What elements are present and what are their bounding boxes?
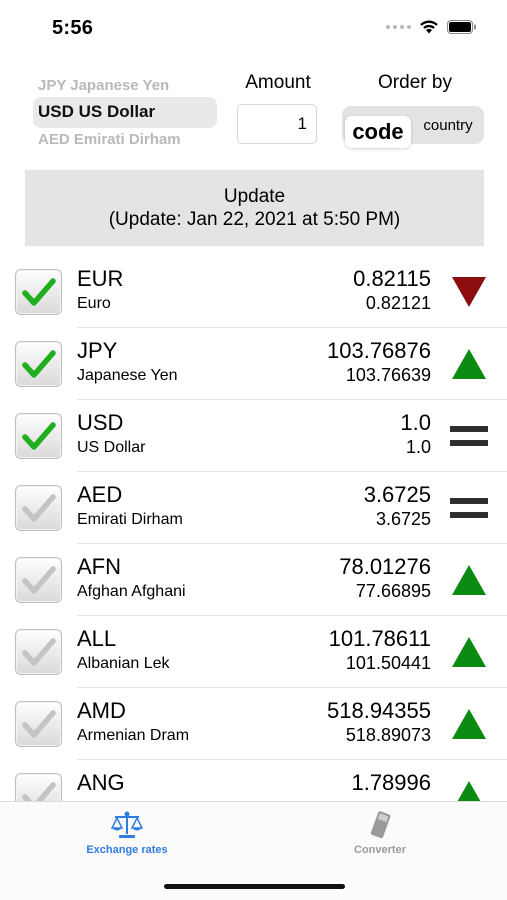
trend-up-icon <box>457 781 481 801</box>
list-item[interactable]: AFN Afghan Afghani 78.01276 77.66895 <box>0 544 507 616</box>
picker-option-selected[interactable]: USD US Dollar <box>38 102 155 122</box>
checkbox-unchecked[interactable] <box>15 773 62 801</box>
checkmark-icon <box>22 422 56 450</box>
checkmark-icon <box>22 494 56 522</box>
currency-name: Albanian Lek <box>77 655 170 672</box>
order-by-country-segment[interactable]: country <box>414 109 482 141</box>
wifi-icon <box>420 20 438 34</box>
status-icons <box>386 19 477 34</box>
cellular-signal-icon <box>386 24 411 29</box>
trend-equal-icon <box>450 426 488 446</box>
previous-rate: 77.66895 <box>355 581 431 601</box>
base-currency-picker[interactable]: JPY Japanese Yen USD US Dollar AED Emira… <box>33 70 219 152</box>
trend-up-icon <box>452 709 486 739</box>
currency-name: Japanese Yen <box>77 367 178 384</box>
currency-code: AED <box>77 482 123 507</box>
trend-down-icon <box>452 277 486 307</box>
currency-name: Afghan Afghani <box>77 583 186 600</box>
list-item[interactable]: ANG 1.78996 <box>0 760 507 801</box>
checkmark-icon <box>22 566 56 594</box>
current-rate: 518.94355 <box>327 698 431 723</box>
trend-up-icon <box>452 565 486 595</box>
list-item[interactable]: USD US Dollar 1.0 1.0 <box>0 400 507 472</box>
checkbox-unchecked[interactable] <box>15 485 62 531</box>
checkbox-unchecked[interactable] <box>15 557 62 603</box>
current-rate: 103.76876 <box>327 338 431 363</box>
currency-code: EUR <box>77 266 124 291</box>
previous-rate: 0.82121 <box>365 293 431 313</box>
current-rate: 0.82115 <box>353 266 431 291</box>
currency-name: US Dollar <box>77 439 146 456</box>
currency-name: Emirati Dirham <box>77 511 183 528</box>
currency-code: USD <box>77 410 124 435</box>
previous-rate: 1.0 <box>405 437 431 457</box>
converter-icon <box>370 811 391 839</box>
currency-code: JPY <box>77 338 118 363</box>
exchange-rates-list[interactable]: EUR Euro 0.82115 0.82121 JPY Japanese Ye… <box>0 256 507 801</box>
checkbox-unchecked[interactable] <box>15 629 62 675</box>
checkmark-icon <box>22 782 56 801</box>
tab-exchange-rates[interactable]: Exchange rates <box>47 810 207 856</box>
tab-label: Converter <box>354 844 406 856</box>
battery-icon <box>447 19 476 34</box>
current-rate: 1.0 <box>400 410 431 435</box>
currency-name: Euro <box>77 295 111 312</box>
list-item[interactable]: JPY Japanese Yen 103.76876 103.76639 <box>0 328 507 400</box>
currency-name: Armenian Dram <box>77 727 190 744</box>
currency-code: AFN <box>77 554 121 579</box>
checkmark-icon <box>22 278 56 306</box>
checkmark-icon <box>22 638 56 666</box>
tab-converter[interactable]: Converter <box>300 810 460 856</box>
current-rate: 101.78611 <box>328 626 431 651</box>
list-item[interactable]: AMD Armenian Dram 518.94355 518.89073 <box>0 688 507 760</box>
order-by-segmented-control[interactable]: code country <box>342 106 484 148</box>
update-button-title: Update <box>223 186 286 207</box>
amount-label: Amount <box>245 72 311 93</box>
checkbox-unchecked[interactable] <box>15 701 62 747</box>
currency-code: AMD <box>77 698 126 723</box>
previous-rate: 101.50441 <box>345 653 431 673</box>
update-button-subtitle: (Update: Jan 22, 2021 at 5:50 PM) <box>108 209 401 230</box>
currency-code: ANG <box>77 770 125 795</box>
list-item[interactable]: EUR Euro 0.82115 0.82121 <box>0 256 507 328</box>
tab-label: Exchange rates <box>86 844 168 856</box>
currency-code: ALL <box>77 626 117 651</box>
list-item[interactable]: ALL Albanian Lek 101.78611 101.50441 <box>0 616 507 688</box>
status-bar: 5:56 <box>0 0 507 58</box>
checkmark-icon <box>22 350 56 378</box>
previous-rate: 103.76639 <box>345 365 431 385</box>
update-button[interactable]: Update (Update: Jan 22, 2021 at 5:50 PM) <box>25 170 484 246</box>
trend-up-icon <box>452 637 486 667</box>
current-rate: 1.78996 <box>351 770 431 795</box>
list-item[interactable]: AED Emirati Dirham 3.6725 3.6725 <box>0 472 507 544</box>
trend-equal-icon <box>450 498 488 518</box>
current-rate: 78.01276 <box>339 554 431 579</box>
current-rate: 3.6725 <box>363 482 431 507</box>
picker-option[interactable]: JPY Japanese Yen <box>38 77 169 94</box>
checkbox-checked[interactable] <box>15 269 62 315</box>
order-by-label: Order by <box>378 72 452 93</box>
trend-up-icon <box>452 349 486 379</box>
order-by-code-segment[interactable]: code <box>345 116 411 148</box>
checkmark-icon <box>22 710 56 738</box>
checkbox-checked[interactable] <box>15 341 62 387</box>
previous-rate: 518.89073 <box>345 725 431 745</box>
scales-icon <box>111 811 143 838</box>
picker-option[interactable]: AED Emirati Dirham <box>38 131 181 148</box>
checkbox-checked[interactable] <box>15 413 62 459</box>
status-time: 5:56 <box>52 17 94 39</box>
amount-input[interactable] <box>237 104 317 144</box>
home-indicator <box>164 884 345 889</box>
previous-rate: 3.6725 <box>375 509 431 529</box>
